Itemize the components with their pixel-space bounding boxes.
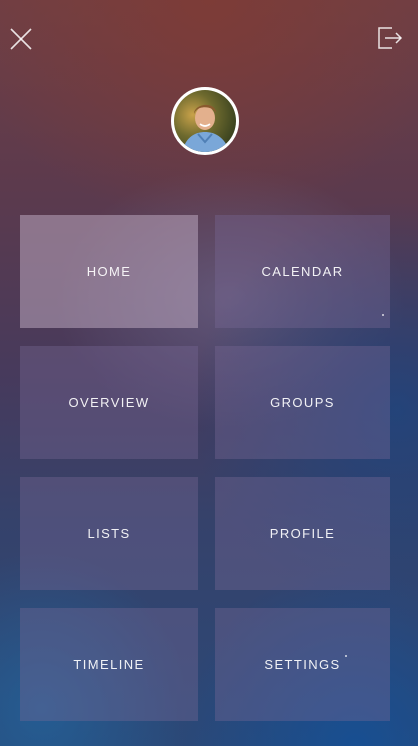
sparkle bbox=[382, 314, 384, 316]
tile-lists[interactable]: LISTS bbox=[20, 477, 198, 590]
tile-profile[interactable]: PROFILE bbox=[215, 477, 390, 590]
tile-lists-label: LISTS bbox=[87, 526, 131, 541]
tile-overview[interactable]: OVERVIEW bbox=[20, 346, 198, 459]
tile-home-label: HOME bbox=[86, 264, 132, 279]
top-bar bbox=[0, 0, 418, 80]
close-icon bbox=[10, 28, 32, 50]
close-button[interactable] bbox=[8, 26, 34, 52]
tile-overview-label: OVERVIEW bbox=[68, 395, 150, 410]
logout-icon bbox=[378, 27, 403, 49]
tile-timeline[interactable]: TIMELINE bbox=[20, 608, 198, 721]
tile-timeline-label: TIMELINE bbox=[73, 657, 145, 672]
sparkle bbox=[345, 655, 347, 657]
tile-home[interactable]: HOME bbox=[20, 215, 198, 328]
avatar[interactable] bbox=[171, 87, 239, 155]
menu-grid: HOME CALENDAR OVERVIEW GROUPS LISTS PROF… bbox=[20, 215, 390, 721]
tile-settings[interactable]: SETTINGS bbox=[215, 608, 390, 721]
tile-groups-label: GROUPS bbox=[270, 395, 335, 410]
user-avatar-photo bbox=[174, 90, 236, 152]
tile-calendar-label: CALENDAR bbox=[261, 264, 344, 279]
logout-button[interactable] bbox=[376, 24, 404, 52]
tile-profile-label: PROFILE bbox=[269, 526, 336, 541]
tile-calendar[interactable]: CALENDAR bbox=[215, 215, 390, 328]
tile-settings-label: SETTINGS bbox=[264, 657, 341, 672]
tile-groups[interactable]: GROUPS bbox=[215, 346, 390, 459]
